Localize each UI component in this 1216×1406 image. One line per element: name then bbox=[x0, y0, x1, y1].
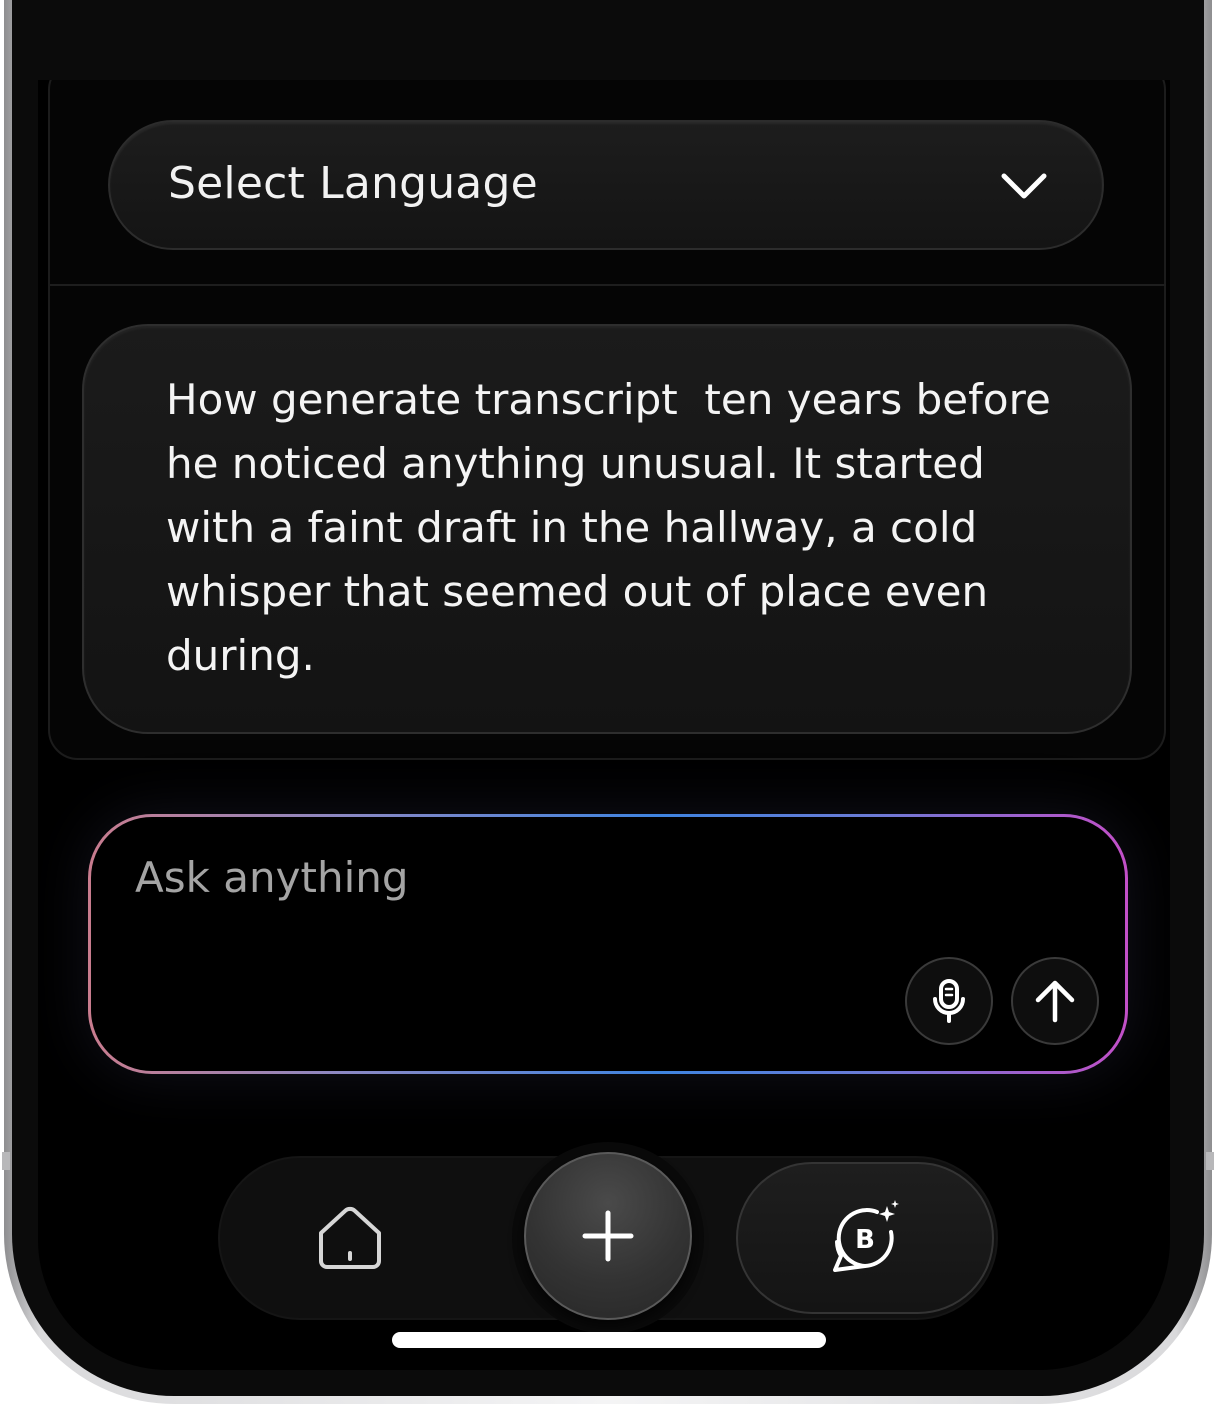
ask-box bbox=[88, 814, 1128, 1074]
language-select[interactable]: Select Language bbox=[108, 120, 1104, 250]
home-button[interactable] bbox=[310, 1198, 390, 1278]
language-select-label: Select Language bbox=[168, 158, 538, 209]
chevron-down-icon bbox=[1001, 173, 1047, 199]
microphone-icon bbox=[933, 979, 965, 1023]
ai-chat-bubble-icon: B bbox=[833, 1200, 899, 1272]
divider bbox=[50, 284, 1166, 286]
arrow-up-icon bbox=[1035, 980, 1075, 1023]
transcript-card: How generate transcript ten years before… bbox=[82, 324, 1132, 734]
side-button-left bbox=[2, 1152, 10, 1170]
send-button[interactable] bbox=[1011, 957, 1099, 1045]
ask-input[interactable] bbox=[135, 847, 895, 907]
ai-chat-letter: B bbox=[855, 1225, 875, 1255]
side-button-right bbox=[1206, 1152, 1214, 1170]
plus-icon bbox=[582, 1210, 634, 1262]
screen: Select Language How generate transcript … bbox=[38, 80, 1170, 1370]
ai-chat-button[interactable]: B bbox=[736, 1162, 994, 1314]
ask-box-inner bbox=[91, 817, 1125, 1071]
microphone-button[interactable] bbox=[905, 957, 993, 1045]
home-indicator[interactable] bbox=[392, 1332, 826, 1348]
transcript-text: How generate transcript ten years before… bbox=[166, 375, 1065, 680]
home-icon bbox=[319, 1206, 381, 1269]
add-button[interactable] bbox=[524, 1152, 692, 1320]
